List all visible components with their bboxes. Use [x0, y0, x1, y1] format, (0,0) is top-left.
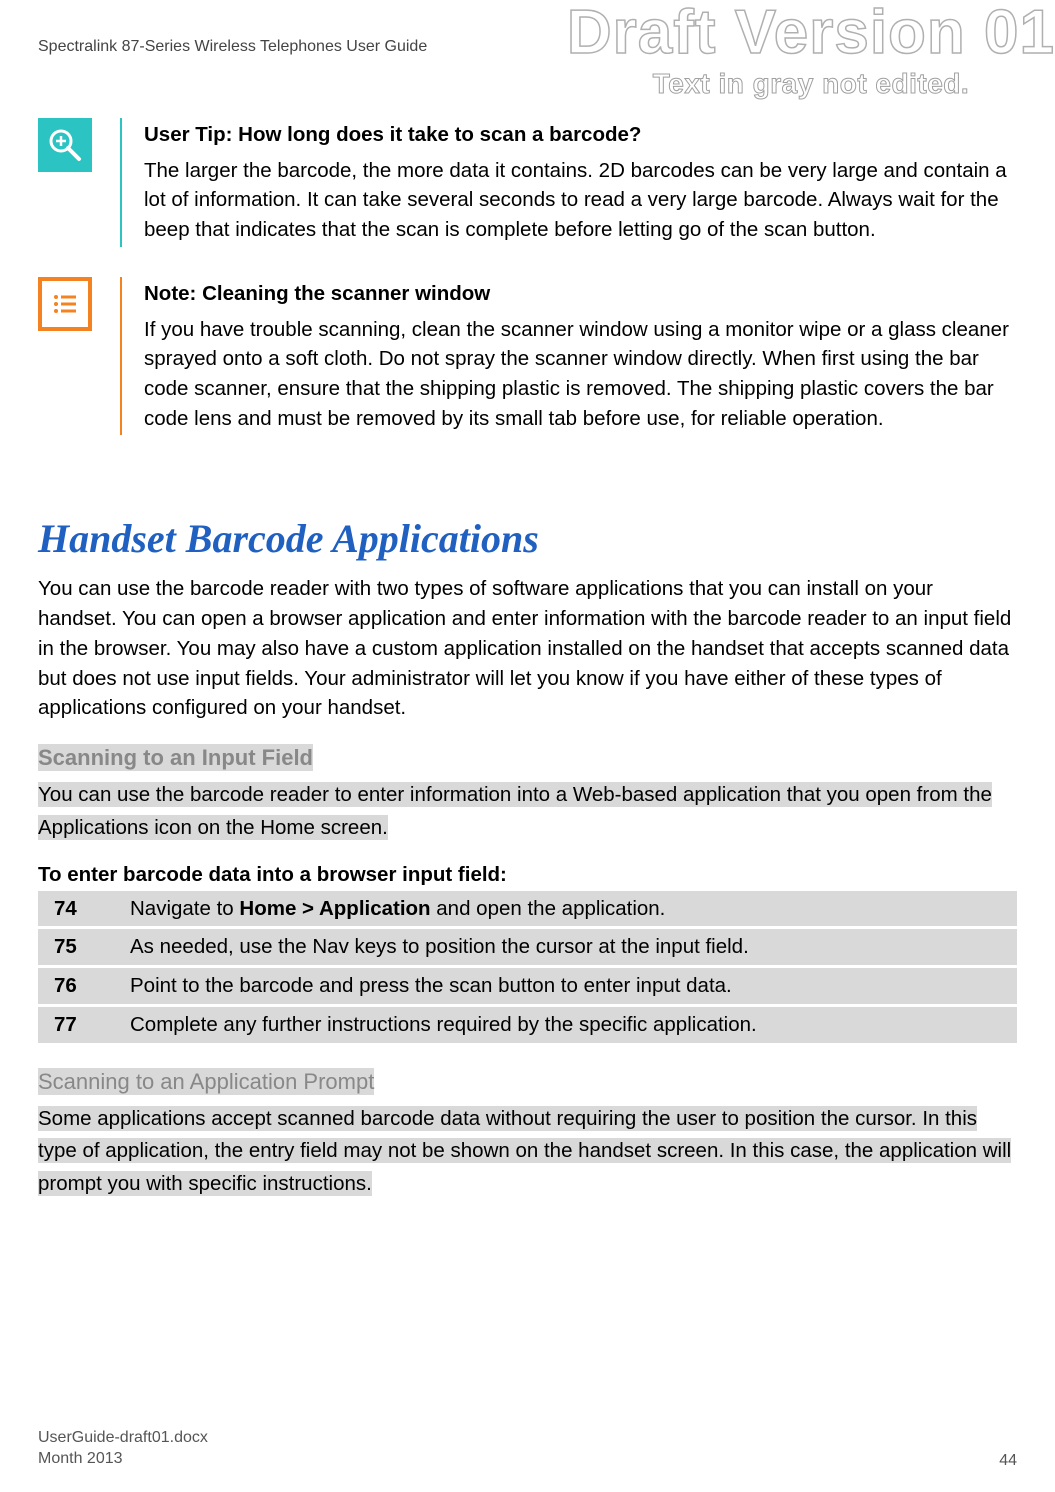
steps-list: 74Navigate to Home > Application and ope… [38, 891, 1017, 1043]
step-text: Navigate to Home > Application and open … [130, 894, 1017, 924]
tip-body: User Tip: How long does it take to scan … [120, 118, 1017, 247]
tip-callout: User Tip: How long does it take to scan … [38, 118, 1017, 247]
step-number: 76 [38, 971, 130, 1001]
step-text: Point to the barcode and press the scan … [130, 971, 1017, 1001]
callout-icon-column [38, 277, 120, 436]
step-text: As needed, use the Nav keys to position … [130, 932, 1017, 962]
doc-header-title: Spectralink 87-Series Wireless Telephone… [38, 38, 1017, 56]
sub2-text: Some applications accept scanned barcode… [38, 1106, 1011, 1197]
page-number: 44 [999, 1452, 1017, 1470]
page: Spectralink 87-Series Wireless Telephone… [0, 0, 1055, 1492]
section-heading: Handset Barcode Applications [38, 515, 1017, 562]
sub1-text: You can use the barcode reader to enter … [38, 782, 992, 840]
step-row: 74Navigate to Home > Application and ope… [38, 891, 1017, 927]
note-list-icon [38, 277, 92, 331]
note-text: If you have trouble scanning, clean the … [144, 315, 1017, 434]
section-intro: You can use the barcode reader with two … [38, 574, 1017, 723]
steps-title: To enter barcode data into a browser inp… [38, 863, 1017, 887]
note-callout: Note: Cleaning the scanner window If you… [38, 277, 1017, 436]
note-body: Note: Cleaning the scanner window If you… [120, 277, 1017, 436]
step-row: 75As needed, use the Nav keys to positio… [38, 929, 1017, 965]
step-number: 75 [38, 932, 130, 962]
note-title: Note: Cleaning the scanner window [144, 279, 1017, 309]
step-number: 77 [38, 1010, 130, 1040]
step-row: 77Complete any further instructions requ… [38, 1007, 1017, 1043]
subheading-app-prompt: Scanning to an Application Prompt [38, 1068, 374, 1095]
tip-title: User Tip: How long does it take to scan … [144, 120, 1017, 150]
footer-date: Month 2013 [38, 1448, 208, 1470]
callout-icon-column [38, 118, 120, 247]
tip-text: The larger the barcode, the more data it… [144, 156, 1017, 245]
magnify-plus-icon [38, 118, 92, 172]
footer-left: UserGuide-draft01.docx Month 2013 [38, 1427, 208, 1470]
footer: UserGuide-draft01.docx Month 2013 44 [38, 1427, 1017, 1470]
footer-filename: UserGuide-draft01.docx [38, 1427, 208, 1449]
step-text: Complete any further instructions requir… [130, 1010, 1017, 1040]
step-number: 74 [38, 894, 130, 924]
subheading-input-field: Scanning to an Input Field [38, 744, 313, 771]
watermark-sub: Text in gray not edited. [567, 68, 1055, 100]
step-row: 76Point to the barcode and press the sca… [38, 968, 1017, 1004]
